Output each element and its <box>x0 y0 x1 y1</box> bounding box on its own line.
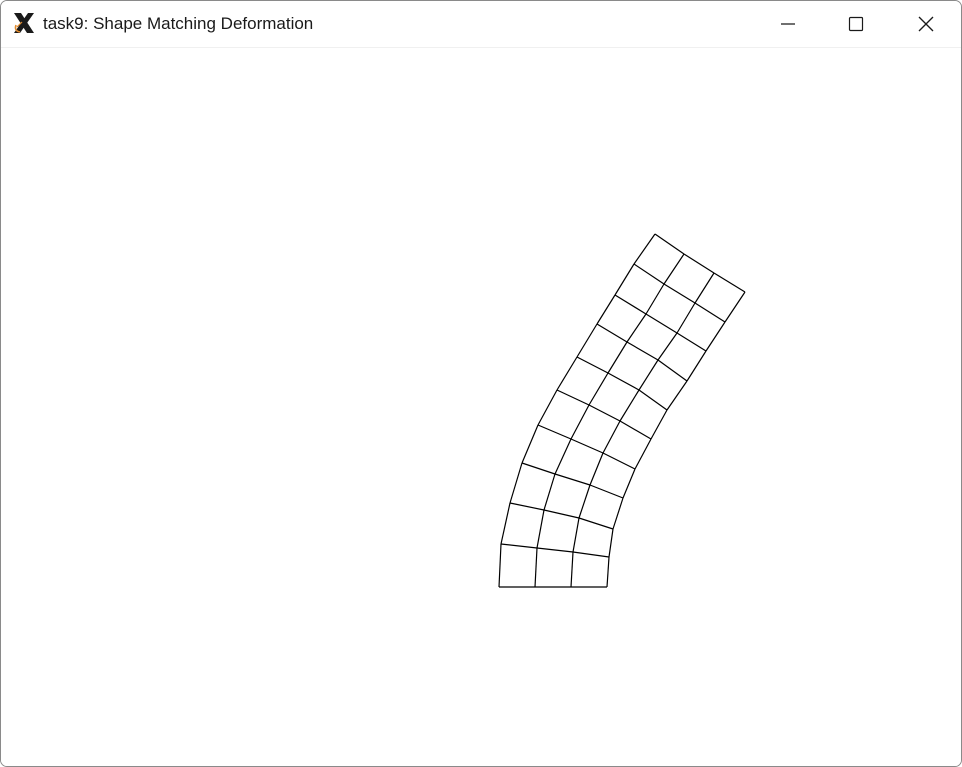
mesh-edge-row <box>694 302 726 323</box>
mesh-edge-column <box>633 233 656 265</box>
mesh-edge-row <box>521 462 556 475</box>
mesh-edge-column <box>657 332 678 361</box>
mesh-edge-column <box>572 517 580 553</box>
mesh-edge-column <box>606 556 610 588</box>
mesh-edge-row <box>663 283 696 304</box>
mesh-edge-column <box>570 551 574 588</box>
mesh-edge-column <box>614 263 635 296</box>
mesh-edge-column <box>556 356 578 391</box>
mesh-edge-column <box>602 420 621 454</box>
mesh-edge-column <box>634 438 652 470</box>
mesh-edge-column <box>543 473 556 511</box>
mesh-edge-row <box>638 389 668 411</box>
mesh-edge-column <box>622 468 636 499</box>
mesh-edge-row <box>543 509 580 519</box>
mesh-edge-column <box>578 484 591 519</box>
mesh-edge-column <box>576 323 598 358</box>
mesh-edge-row <box>614 294 647 315</box>
mesh-edge-row <box>578 517 614 530</box>
mesh-edge-row <box>683 253 715 274</box>
mesh-edge-column <box>663 253 685 285</box>
mesh-edge-row <box>556 389 590 406</box>
mesh-edge-row <box>536 547 574 553</box>
mesh-edge-column <box>619 389 640 422</box>
mesh-edge-column <box>596 294 616 325</box>
mesh-edge-column <box>666 380 688 411</box>
mesh-edge-row <box>509 502 545 511</box>
mesh-edge-column <box>676 302 696 334</box>
mesh-edge-column <box>724 291 746 323</box>
mesh-edge-row <box>676 332 707 352</box>
mesh-edge-row <box>570 438 604 454</box>
mesh-edge-row <box>572 551 610 558</box>
mesh-edge-row <box>607 372 640 391</box>
mesh-edge-column <box>612 497 624 530</box>
mesh-edge-row <box>713 272 746 293</box>
mesh-edge-row <box>626 341 659 361</box>
mesh-edge-column <box>534 547 538 588</box>
mesh-edge-row <box>576 356 609 374</box>
mesh-edge-row <box>500 543 538 549</box>
mesh-edge-column <box>570 404 590 440</box>
app-window: task9: Shape Matching Deformation <box>0 0 962 767</box>
mesh-edge-column <box>694 272 715 304</box>
mesh-edge-row <box>537 424 572 440</box>
mesh-edge-column <box>705 321 726 352</box>
mesh-edge-row <box>554 473 591 486</box>
mesh-edge-row <box>589 484 624 499</box>
mesh-edge-column <box>500 502 511 545</box>
mesh-edge-column <box>537 389 558 426</box>
mesh-edge-column <box>521 424 539 464</box>
mesh-edge-column <box>589 452 604 486</box>
mesh-edge-row <box>596 323 628 343</box>
mesh-edge-row <box>657 359 688 382</box>
mesh-edge-row <box>602 452 636 470</box>
mesh-edge-column <box>498 543 502 588</box>
mesh-edge-column <box>536 509 545 549</box>
mesh-edge-column <box>645 283 665 315</box>
mesh-edge-column <box>588 372 609 406</box>
mesh-edge-row <box>645 313 678 334</box>
mesh-edge-row <box>619 420 652 440</box>
mesh-edge-column <box>626 313 647 343</box>
render-canvas[interactable] <box>1 48 961 766</box>
mesh-edge-row <box>654 233 685 255</box>
mesh-edge-column <box>554 438 572 475</box>
mesh-edge-column <box>650 409 668 440</box>
mesh-edge-row <box>633 263 665 285</box>
mesh-edge-column <box>686 350 707 382</box>
mesh-edge-row <box>588 404 621 422</box>
deformed-mesh <box>498 233 746 588</box>
mesh-edge-column <box>608 528 614 558</box>
mesh-edge-column <box>607 341 628 374</box>
mesh-edge-column <box>638 359 659 391</box>
mesh-edge-column <box>509 462 523 504</box>
